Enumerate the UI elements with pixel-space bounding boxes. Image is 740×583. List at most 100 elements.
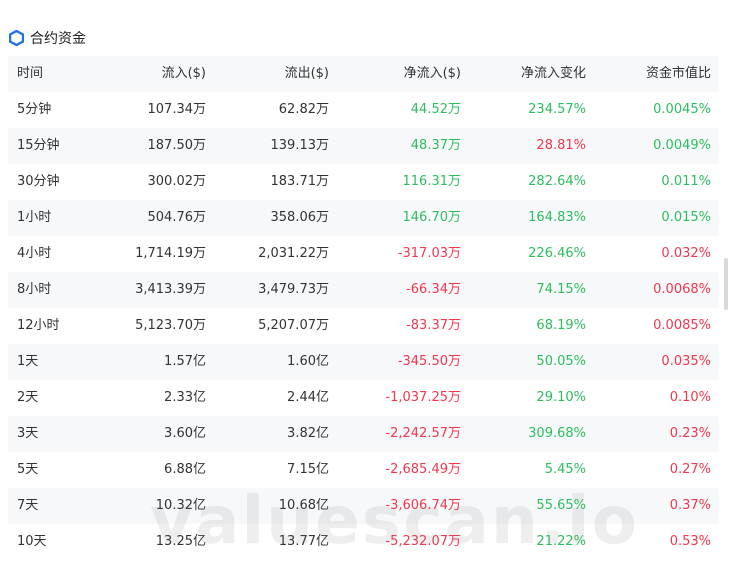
- cell-time: 2天: [17, 390, 39, 405]
- cell-inflow: 187.50万: [147, 138, 207, 153]
- cell-inflow: 1.57亿: [164, 354, 206, 369]
- cell-time: 1天: [17, 354, 39, 369]
- section-header: 合约资金: [9, 27, 86, 49]
- cell-time: 7天: [17, 498, 39, 513]
- cell-time: 3天: [17, 426, 39, 441]
- cell-net-inflow: -3,606.74万: [385, 498, 461, 513]
- cell-outflow: 1.60亿: [287, 354, 329, 369]
- cell-time: 30分钟: [17, 174, 60, 189]
- cell-net-change: 309.68%: [528, 426, 586, 441]
- cell-outflow: 10.68亿: [278, 498, 329, 513]
- cell-market-cap-ratio: 0.27%: [669, 462, 711, 477]
- table-row: 1天 1.57亿 1.60亿 -345.50万 50.05% 0.035%: [8, 344, 719, 380]
- cell-outflow: 13.77亿: [278, 534, 329, 549]
- table-row: 4小时 1,714.19万 2,031.22万 -317.03万 226.46% 0.03…: [8, 236, 719, 272]
- cell-time: 5分钟: [17, 102, 52, 117]
- table-row: 5天 6.88亿 7.15亿 -2,685.49万 5.45% 0.27%: [8, 452, 719, 488]
- table-row: 8小时 3,413.39万 3,479.73万 -66.34万 74.15% 0.0068…: [8, 272, 719, 308]
- cell-inflow: 3.60亿: [164, 426, 206, 441]
- col-header-inflow[interactable]: 流入($): [162, 56, 206, 92]
- cell-outflow: 62.82万: [278, 102, 329, 117]
- cell-net-change: 28.81%: [536, 138, 586, 153]
- cell-inflow: 1,714.19万: [135, 246, 206, 261]
- cell-inflow: 2.33亿: [164, 390, 206, 405]
- cell-market-cap-ratio: 0.032%: [661, 246, 711, 261]
- table-row: 7天 10.32亿 10.68亿 -3,606.74万 55.65% 0.37%: [8, 488, 719, 524]
- col-header-time: 时间: [17, 66, 44, 81]
- table-row: 2天 2.33亿 2.44亿 -1,037.25万 29.10% 0.10%: [8, 380, 719, 416]
- cell-net-inflow: -345.50万: [397, 354, 461, 369]
- cell-outflow: 3,479.73万: [258, 282, 329, 297]
- table-row: 30分钟 300.02万 183.71万 116.31万 282.64% 0.011%: [8, 164, 719, 200]
- table-row: 3天 3.60亿 3.82亿 -2,242.57万 309.68% 0.23%: [8, 416, 719, 452]
- cell-inflow: 504.76万: [147, 210, 207, 225]
- table-row: 15分钟 187.50万 139.13万 48.37万 28.81% 0.0049%: [8, 128, 719, 164]
- cell-net-inflow: -83.37万: [406, 318, 461, 333]
- cell-market-cap-ratio: 0.53%: [669, 534, 711, 549]
- cell-time: 8小时: [17, 282, 52, 297]
- cell-net-inflow: 146.70万: [402, 210, 462, 225]
- cell-inflow: 107.34万: [147, 102, 207, 117]
- cell-outflow: 5,207.07万: [258, 318, 329, 333]
- cell-market-cap-ratio: 0.0045%: [653, 102, 711, 117]
- cell-net-change: 74.15%: [536, 282, 586, 297]
- cell-inflow: 5,123.70万: [135, 318, 206, 333]
- cell-net-inflow: -2,685.49万: [385, 462, 461, 477]
- cell-net-change: 50.05%: [536, 354, 586, 369]
- cell-net-change: 164.83%: [528, 210, 586, 225]
- cell-net-change: 55.65%: [536, 498, 586, 513]
- cell-net-inflow: 44.52万: [410, 102, 461, 117]
- cell-outflow: 139.13万: [270, 138, 330, 153]
- fund-flow-table: 时间 流入($) 流出($) 净流入($) 净流入变化 资金市值比 5分钟 107…: [8, 56, 719, 560]
- cell-net-change: 68.19%: [536, 318, 586, 333]
- cell-time: 15分钟: [17, 138, 60, 153]
- cell-market-cap-ratio: 0.23%: [669, 426, 711, 441]
- cell-inflow: 6.88亿: [164, 462, 206, 477]
- cell-market-cap-ratio: 0.37%: [669, 498, 711, 513]
- cell-net-change: 282.64%: [528, 174, 586, 189]
- cell-time: 10天: [17, 534, 47, 549]
- cell-market-cap-ratio: 0.0068%: [653, 282, 711, 297]
- cell-net-inflow: 116.31万: [402, 174, 462, 189]
- cell-net-inflow: -2,242.57万: [385, 426, 461, 441]
- section-title: 合约资金: [30, 31, 86, 47]
- table-row: 5分钟 107.34万 62.82万 44.52万 234.57% 0.0045%: [8, 92, 719, 128]
- cell-market-cap-ratio: 0.0049%: [653, 138, 711, 153]
- cell-time: 1小时: [17, 210, 52, 225]
- cell-market-cap-ratio: 0.0085%: [653, 318, 711, 333]
- cell-net-inflow: -66.34万: [406, 282, 461, 297]
- scrollbar[interactable]: [724, 258, 728, 310]
- cell-market-cap-ratio: 0.015%: [661, 210, 711, 225]
- col-header-outflow[interactable]: 流出($): [285, 56, 329, 92]
- table-header-row: 时间 流入($) 流出($) 净流入($) 净流入变化 资金市值比: [8, 56, 719, 92]
- cell-time: 12小时: [17, 318, 60, 333]
- cell-net-change: 29.10%: [536, 390, 586, 405]
- cell-inflow: 300.02万: [147, 174, 207, 189]
- table-row: 1小时 504.76万 358.06万 146.70万 164.83% 0.015%: [8, 200, 719, 236]
- cell-market-cap-ratio: 0.10%: [669, 390, 711, 405]
- cell-outflow: 358.06万: [270, 210, 330, 225]
- cell-inflow: 3,413.39万: [135, 282, 206, 297]
- cell-net-change: 21.22%: [536, 534, 586, 549]
- cell-market-cap-ratio: 0.035%: [661, 354, 711, 369]
- cell-market-cap-ratio: 0.011%: [661, 174, 711, 189]
- cell-net-change: 234.57%: [528, 102, 586, 117]
- cell-net-inflow: 48.37万: [410, 138, 461, 153]
- hexagon-icon: [9, 30, 24, 46]
- cell-net-change: 5.45%: [544, 462, 586, 477]
- cell-net-inflow: -317.03万: [397, 246, 461, 261]
- cell-inflow: 10.32亿: [155, 498, 206, 513]
- col-header-net-inflow[interactable]: 净流入($): [404, 56, 461, 92]
- col-header-market-cap-ratio[interactable]: 资金市值比: [646, 56, 711, 92]
- cell-time: 5天: [17, 462, 39, 477]
- cell-outflow: 7.15亿: [287, 462, 329, 477]
- cell-outflow: 3.82亿: [287, 426, 329, 441]
- cell-net-change: 226.46%: [528, 246, 586, 261]
- cell-net-inflow: -5,232.07万: [385, 534, 461, 549]
- cell-outflow: 183.71万: [270, 174, 330, 189]
- cell-inflow: 13.25亿: [155, 534, 206, 549]
- table-row: 12小时 5,123.70万 5,207.07万 -83.37万 68.19% 0.008…: [8, 308, 719, 344]
- cell-net-inflow: -1,037.25万: [385, 390, 461, 405]
- cell-time: 4小时: [17, 246, 52, 261]
- col-header-net-change[interactable]: 净流入变化: [521, 56, 586, 92]
